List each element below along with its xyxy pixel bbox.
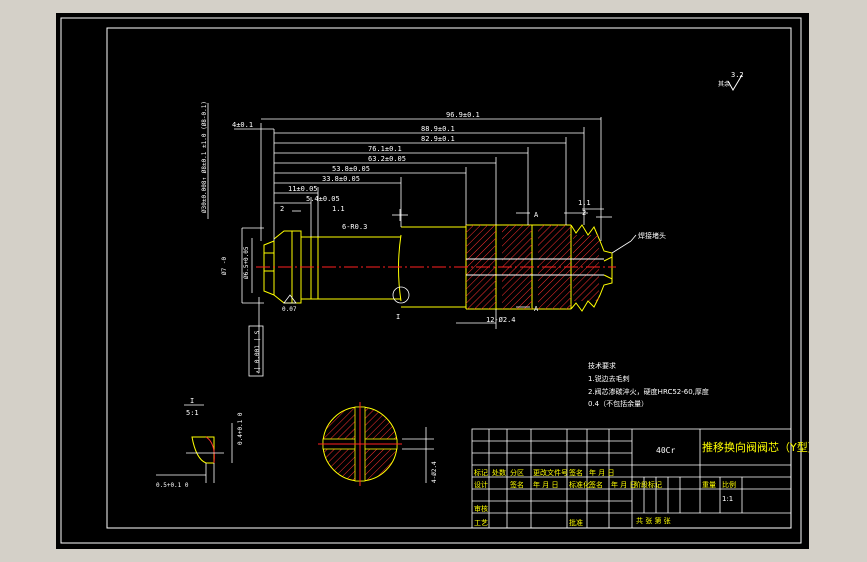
section-marker-a-top: A [534, 211, 539, 219]
detail-view-i: I 5:1 0.4+0.1 0 0.5+0.1 0 [156, 397, 244, 489]
tb-r1-c5: 签名 [569, 468, 583, 477]
dim-82-9: 82.9±0.1 [421, 135, 455, 143]
technical-notes: 技术要求 1.锐边去毛刺 2.阀芯渗碳淬火，硬度HRC52-60,厚度 0.4（… [588, 361, 709, 408]
detail-dim-top: 0.4+0.1 0 [237, 412, 244, 445]
datum-triangle: 0.07 [282, 294, 297, 313]
dim-perpendicularity: 0.07 [282, 306, 297, 313]
dim-96-9: 96.9±0.1 [446, 111, 480, 119]
scale-value: 1:1 [722, 495, 733, 503]
dim-11: 11±0.05 [288, 185, 318, 193]
tb-r1-c3: 分区 [510, 468, 524, 477]
tb-r2-c3: 年 月 日 [533, 480, 558, 489]
detail-ref-label: I [396, 313, 400, 321]
cad-drawing: 其余 3.2 96.9±0.1 88.9±0.1 82.9±0.1 76.1±0… [60, 17, 809, 544]
tb-r4-c1: 工艺 [474, 519, 488, 527]
tb-r1-c2: 处数 [492, 468, 506, 477]
section-dim: 4-Ø2.4 [431, 461, 438, 483]
weight-label: 重量 [702, 481, 716, 489]
tb-r1-c6: 年 月 日 [589, 468, 614, 477]
tb-r2-c2: 签名 [510, 480, 524, 489]
material-text: 40Cr [656, 446, 675, 455]
dim-small-2a: 2 [280, 205, 284, 213]
tb-r1-c4: 更改文件号 [533, 468, 568, 477]
dim-88-9: 88.9±0.1 [421, 125, 455, 133]
tb-r2-c1: 设计 [474, 480, 488, 489]
dim-small-2b: 2 [582, 209, 586, 217]
scale-label: 比例 [722, 480, 736, 489]
dim-5-4: 5.4±0.05 [306, 195, 340, 203]
runout-frame: ↗| 0.001 | S [248, 325, 264, 377]
tb-r1-c1: 标记 [474, 468, 488, 477]
dim-vertical-top: Ø30±0.008↑ Ø8±0.1 ±1.0 (Ø8-0.1) [201, 101, 208, 213]
tb-r2-c6: 年 月 日 [611, 480, 636, 489]
weld-plug-label-group: 焊接堵头 [611, 231, 666, 254]
section-view-a: 4-Ø2.4 [318, 402, 438, 486]
dim-radius: 6-R0.3 [342, 223, 367, 231]
dim-76-1: 76.1±0.1 [368, 145, 402, 153]
tb-r3-c1: 审核 [474, 504, 488, 513]
sheet-count: 共 张 第 张 [636, 516, 671, 525]
notes-line-2: 2.阀芯渗碳淬火，硬度HRC52-60,厚度 [588, 387, 709, 396]
dim-left-dia-2: Ø6.5+0.05 [243, 246, 250, 279]
notes-line-1: 1.锐边去毛刺 [588, 374, 630, 383]
detail-view-id: I [190, 397, 194, 405]
surface-finish-symbol: 其余 3.2 [718, 71, 744, 91]
detail-view-scale: 5:1 [186, 409, 199, 417]
notes-line-3: 0.4（不包括余量） [588, 399, 648, 408]
dim-33-8: 33.8±0.05 [322, 175, 360, 183]
dim-63-2: 63.2±0.05 [368, 155, 406, 163]
runout-frame-text: ↗| 0.001 | S [254, 330, 261, 374]
dim-small-1-1a: 1.1 [332, 205, 345, 213]
tb-r4-c4: 批准 [569, 518, 583, 527]
dim-left-dia-1: Ø7 -0 [221, 257, 228, 275]
stage-mark: 阶段标记 [634, 480, 662, 489]
dim-53-8: 53.8±0.05 [332, 165, 370, 173]
dim-small-1-1b: 1.1 [578, 199, 591, 207]
weld-plug-label: 焊接堵头 [638, 231, 666, 240]
tb-r2-c5: 签名 [589, 480, 603, 489]
notes-title: 技术要求 [588, 361, 616, 370]
dim-left-offset: 4±0.1 [232, 121, 253, 129]
surface-finish-value: 3.2 [731, 71, 744, 79]
detail-dim-bottom: 0.5+0.1 0 [156, 482, 189, 489]
drawing-name: 推移换向阀阀芯（Y型） [702, 440, 809, 454]
cad-viewport[interactable]: 其余 3.2 96.9±0.1 88.9±0.1 82.9±0.1 76.1±0… [56, 13, 809, 549]
tb-r2-c4: 标准化 [569, 480, 590, 489]
